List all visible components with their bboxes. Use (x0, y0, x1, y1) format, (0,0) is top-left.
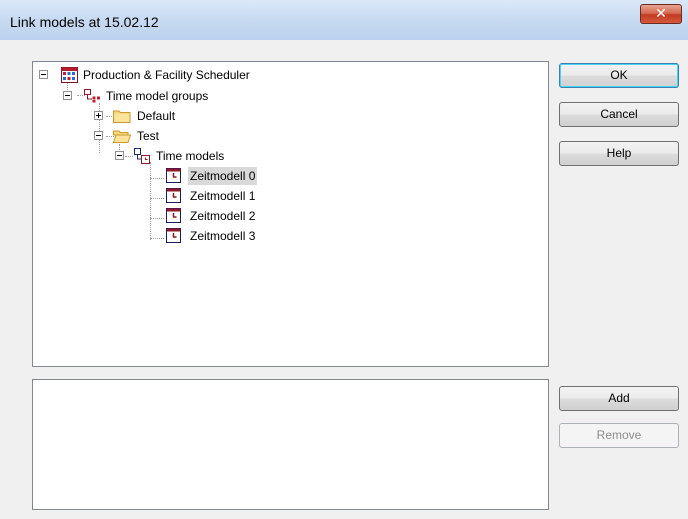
linked-models-list[interactable] (32, 379, 549, 510)
remove-button[interactable]: Remove (559, 423, 679, 448)
collapse-toggle[interactable] (94, 131, 103, 140)
folder-open-icon (113, 130, 131, 143)
time-model-icon (166, 228, 181, 243)
tree-connector (150, 198, 164, 199)
collapse-toggle[interactable] (115, 151, 124, 160)
time-model-icon (166, 208, 181, 223)
window-title: Link models at 15.02.12 (10, 14, 159, 30)
tree-connector (150, 238, 164, 239)
scheduler-icon (61, 67, 78, 83)
tree-connector (150, 218, 164, 219)
tree-connector (125, 156, 133, 157)
tree-node-label: Time models (156, 149, 225, 163)
tree-view[interactable]: Production & Facility Scheduler Time mod… (32, 61, 549, 367)
folder-icon (113, 110, 131, 123)
collapse-toggle[interactable] (63, 91, 72, 100)
title-bar[interactable]: Link models at 15.02.12 ✕ (0, 0, 688, 40)
tree-connector (150, 162, 151, 240)
tree-node-label: Production & Facility Scheduler (83, 68, 250, 82)
expand-toggle[interactable] (94, 111, 103, 120)
tree-node-label: Zeitmodell 3 (190, 229, 256, 243)
time-model-icon (166, 188, 181, 203)
hierarchy-icon (84, 89, 100, 103)
help-button[interactable]: Help (559, 141, 679, 166)
close-icon: ✕ (655, 6, 667, 22)
tree-connector (150, 178, 164, 179)
tree-node-label: Test (137, 129, 160, 143)
tree-node-label: Default (137, 109, 176, 123)
ok-button[interactable]: OK (559, 63, 679, 88)
tree-node-label: Zeitmodell 1 (190, 189, 256, 203)
tree-node-label: Zeitmodell 0 (188, 167, 258, 185)
dialog-window: Link models at 15.02.12 ✕ Production & F… (0, 0, 688, 519)
cancel-button[interactable]: Cancel (559, 102, 679, 127)
close-button[interactable]: ✕ (640, 4, 682, 24)
tree-node-label: Zeitmodell 2 (190, 209, 256, 223)
tree-node-label: Time model groups (106, 89, 209, 103)
time-model-icon (166, 168, 181, 183)
add-button[interactable]: Add (559, 386, 679, 411)
collapse-toggle[interactable] (39, 70, 48, 79)
hierarchy-icon (134, 148, 150, 164)
